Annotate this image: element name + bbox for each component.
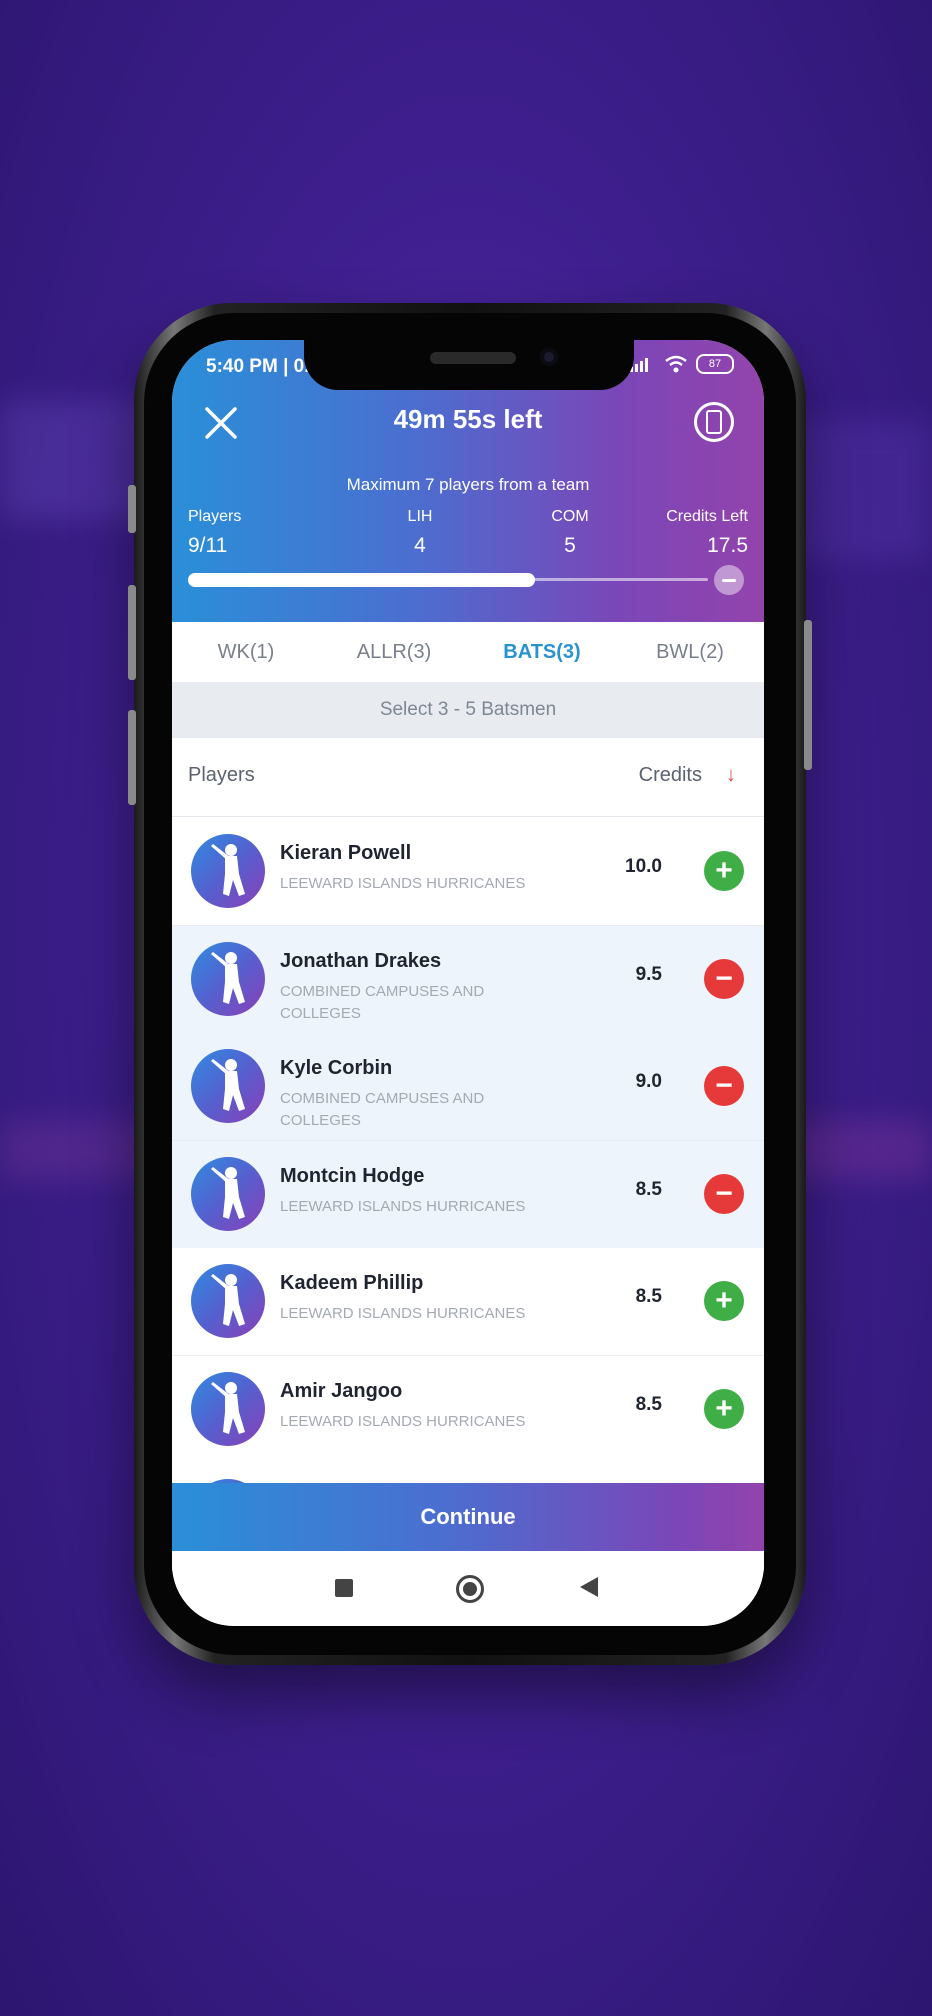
player-name: Kyle Corbin (280, 1057, 393, 1079)
player-team: LEEWARD ISLANDS HURRICANES (280, 1305, 526, 1322)
stat-players: Players 9/11 (188, 508, 241, 558)
add-player-icon[interactable]: + (704, 1281, 744, 1321)
player-avatar (191, 1371, 265, 1446)
player-credits: 8.5 (635, 1178, 662, 1200)
player-row[interactable]: Jonathan Drakes COMBINED CAMPUSES AND CO… (172, 925, 764, 1035)
player-avatar (191, 1049, 265, 1123)
batsman-silhouette-icon (211, 1274, 245, 1326)
players-column-header: Players (188, 764, 255, 786)
android-nav-bar (172, 1551, 764, 1626)
stat-label: Credits Left (666, 508, 748, 525)
player-row[interactable]: Amir Jangoo LEEWARD ISLANDS HURRICANES 8… (172, 1355, 764, 1465)
player-name: Montcin Hodge (280, 1164, 425, 1187)
back-icon[interactable] (580, 1577, 598, 1597)
wifi-icon (665, 355, 687, 373)
selection-hint: Select 3 - 5 Batsmen (172, 682, 764, 738)
phone-side-button (128, 585, 136, 680)
player-team: LEEWARD ISLANDS HURRICANES (280, 1412, 526, 1430)
sort-arrow-down-icon[interactable]: ↓ (726, 764, 736, 787)
batsman-silhouette-icon (211, 844, 245, 896)
batsman-silhouette-icon (211, 1381, 245, 1434)
countdown-timer: 49m 55s left (393, 404, 543, 434)
player-name: Amir Jangoo (280, 1379, 403, 1402)
stat-label: COM (551, 508, 589, 525)
status-icons: 87 (630, 354, 734, 374)
status-time: 5:40 PM | 0. (206, 356, 310, 377)
player-credits: 9.0 (635, 1071, 662, 1092)
player-name: Jonathan Drakes (280, 949, 442, 972)
stat-team2: COM 5 (530, 508, 610, 558)
player-team: LEEWARD ISLANDS HURRICANES (280, 875, 526, 892)
player-credits: 9.5 (635, 963, 662, 985)
remove-player-icon[interactable]: − (704, 1066, 744, 1106)
continue-button[interactable]: Continue (172, 1483, 764, 1551)
progress-remove-icon[interactable] (714, 565, 744, 595)
battery-icon: 87 (696, 354, 734, 374)
phone-side-button (804, 620, 812, 770)
stat-value: 5 (564, 534, 576, 557)
tab-bwl[interactable]: BWL(2) (616, 622, 764, 682)
batsman-silhouette-icon (211, 951, 245, 1004)
player-team: COMBINED CAMPUSES AND COLLEGES (280, 982, 485, 1022)
phone-screen: 5:40 PM | 0. 87 49m 55s left Maximum 7 p… (172, 340, 764, 1626)
player-credits: 8.5 (635, 1286, 662, 1307)
player-avatar (191, 834, 265, 908)
role-tabs: WK(1) ALLR(3) BATS(3) BWL(2) (172, 622, 764, 682)
player-avatar (191, 1156, 265, 1231)
home-icon[interactable] (456, 1575, 484, 1603)
max-players-text: Maximum 7 players from a team (346, 475, 590, 494)
add-player-icon[interactable]: + (704, 1388, 744, 1429)
phone-notch (304, 340, 634, 390)
list-header: Players Credits ↓ (172, 738, 764, 817)
stat-label: LIH (407, 508, 433, 525)
player-credits: 8.5 (635, 1393, 662, 1415)
player-row[interactable]: Kieran Powell LEEWARD ISLANDS HURRICANES… (172, 818, 764, 927)
tab-allr[interactable]: ALLR(3) (320, 622, 468, 682)
player-team: LEEWARD ISLANDS HURRICANES (280, 1197, 526, 1215)
stat-label: Players (188, 508, 242, 525)
remove-player-icon[interactable]: − (704, 958, 744, 999)
player-avatar (191, 941, 265, 1016)
stat-credits-left: Credits Left 17.5 (666, 508, 748, 558)
remove-player-icon[interactable]: − (704, 1173, 744, 1214)
progress-bar (188, 573, 535, 587)
player-team: COMBINED CAMPUSES AND COLLEGES (280, 1090, 485, 1129)
phone-side-button (128, 485, 136, 533)
player-name: Kadeem Phillip (280, 1272, 424, 1294)
player-credits: 10.0 (625, 856, 662, 877)
tab-wk[interactable]: WK(1) (172, 622, 320, 682)
stat-value: 4 (414, 534, 426, 557)
camera (540, 348, 558, 366)
player-avatar (191, 1264, 265, 1338)
speaker (430, 352, 516, 364)
player-name: Kieran Powell (280, 842, 412, 864)
tab-bats[interactable]: BATS(3) (468, 622, 616, 682)
add-player-icon[interactable]: + (704, 851, 744, 891)
pitch-view-icon[interactable] (694, 402, 734, 442)
player-row[interactable]: Kyle Corbin COMBINED CAMPUSES AND COLLEG… (172, 1033, 764, 1142)
recents-icon[interactable] (335, 1579, 353, 1597)
batsman-silhouette-icon (211, 1166, 245, 1219)
stat-team1: LIH 4 (390, 508, 450, 558)
player-row[interactable]: Kadeem Phillip LEEWARD ISLANDS HURRICANE… (172, 1248, 764, 1357)
player-row[interactable]: Montcin Hodge LEEWARD ISLANDS HURRICANES… (172, 1140, 764, 1250)
batsman-silhouette-icon (211, 1059, 245, 1111)
phone-side-button (128, 710, 136, 805)
stat-value: 17.5 (707, 534, 748, 557)
credits-sort-header[interactable]: Credits (639, 764, 702, 787)
stat-value: 9/11 (188, 534, 228, 557)
